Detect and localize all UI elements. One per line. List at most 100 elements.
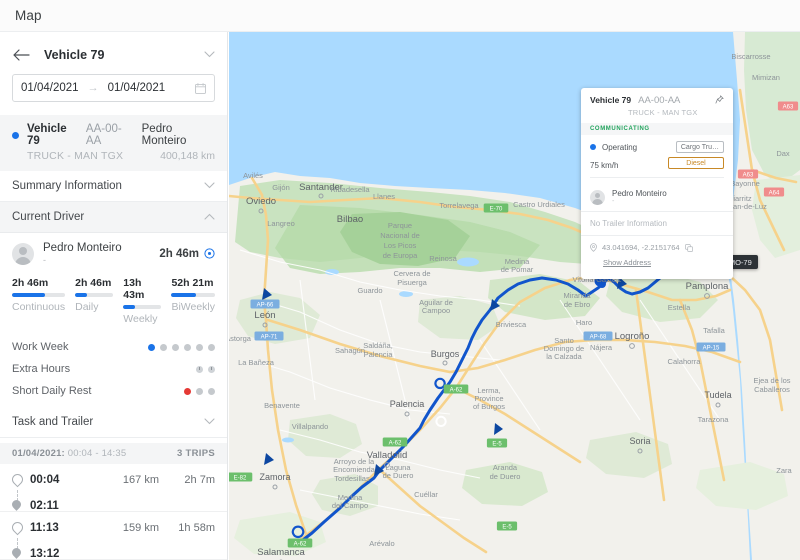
popup-vehicle-type: TRUCK - MAN TGX: [628, 108, 698, 117]
section-summary-information[interactable]: Summary Information: [0, 171, 227, 202]
status-work-week: Work Week: [0, 338, 227, 356]
fuel-type-badge: Diesel: [668, 157, 724, 169]
popup-speed-row: 75 km/h Diesel: [590, 156, 724, 170]
status-pips: [184, 387, 215, 395]
metric-label: BiWeekly: [171, 301, 216, 313]
metric-value: 2h 46m: [75, 277, 112, 289]
vehicle-summary-line1: Vehicle 79 AA-00-AA Pedro Monteiro: [12, 123, 215, 147]
vehicle-summary-line2: TRUCK - MAN TGX 400,148 km: [12, 150, 215, 162]
popup-vehicle-plate: AA-00-AA: [638, 95, 681, 106]
cargo-type-badge: Cargo Tru…: [675, 141, 724, 153]
popup-communication-status: COMMUNICATING: [581, 123, 733, 135]
show-address-link[interactable]: Show Address: [603, 258, 651, 267]
section-current-driver[interactable]: Current Driver: [0, 202, 227, 233]
status-pips: [148, 343, 215, 351]
current-driver-subtitle: -: [43, 255, 46, 265]
date-end[interactable]: 01/04/2021: [108, 82, 166, 94]
popup-operating-label: Operating: [602, 142, 638, 152]
trip-row[interactable]: 11:13 159 km 1h 58m 13:12: [0, 512, 227, 560]
metric-value: 52h 21m: [171, 277, 214, 289]
calendar-icon[interactable]: [195, 82, 206, 94]
date-arrow-icon: →: [87, 82, 99, 94]
sidebar: Vehicle 79 01/04/2021 → 01/04/2021 Vehic…: [0, 32, 228, 560]
clock-icon: [208, 365, 215, 373]
location-icon: [590, 243, 597, 252]
metric-label: Weekly: [123, 313, 158, 325]
metric-biweekly: 52h 21m BiWeekly: [171, 277, 216, 325]
vehicle-odometer: 400,148 km: [160, 150, 215, 162]
target-icon[interactable]: [204, 248, 215, 259]
vehicle-status-dot: [12, 131, 19, 139]
popup-coordinates-block: 43.041694, -2.2151764 Show Address: [581, 236, 733, 279]
popup-header-text: Vehicle 79 AA-00-AA TRUCK - MAN TGX: [590, 95, 698, 117]
metric-value: 2h 46m: [12, 277, 49, 289]
popup-operating-row: Operating Cargo Tru…: [590, 141, 724, 153]
vehicle-type: TRUCK - MAN TGX: [27, 150, 124, 162]
status-label: Work Week: [12, 341, 69, 353]
trip-start-pin-icon: [12, 522, 21, 533]
pip: [196, 343, 203, 351]
pip: [196, 387, 203, 395]
back-arrow-icon[interactable]: [12, 46, 30, 64]
copy-icon[interactable]: [684, 243, 693, 252]
popup-header-line1: Vehicle 79 AA-00-AA: [590, 95, 698, 106]
vehicle-summary-row[interactable]: Vehicle 79 AA-00-AA Pedro Monteiro TRUCK…: [0, 115, 227, 171]
trip-start-pin-icon: [12, 474, 21, 485]
trip-distance: 159 km: [122, 521, 159, 534]
date-start[interactable]: 01/04/2021: [21, 82, 79, 94]
metric-bar: [171, 293, 216, 297]
current-driver-time: 2h 46m: [159, 247, 199, 260]
trips-range: 00:04 - 14:35: [67, 448, 127, 459]
clock-icon: [196, 365, 203, 373]
popup-vehicle-name: Vehicle 79: [590, 95, 632, 105]
popup-driver-subtitle: -: [612, 198, 615, 205]
metric-weekly: 13h 43m Weekly: [123, 277, 162, 325]
metric-bar: [123, 305, 162, 309]
trip-duration: 1h 58m: [178, 521, 215, 534]
pip: [208, 343, 215, 351]
vehicle-info-popup[interactable]: Vehicle 79 AA-00-AA TRUCK - MAN TGX COMM…: [581, 88, 733, 279]
metric-bar: [12, 293, 66, 297]
chevron-down-icon[interactable]: [204, 180, 215, 192]
trip-start-row: 11:13 159 km 1h 58m: [12, 519, 215, 536]
date-range-picker[interactable]: 01/04/2021 → 01/04/2021: [12, 74, 215, 102]
section-summary-information-label: Summary Information: [12, 180, 122, 192]
popup-trailer-info: No Trailer Information: [581, 211, 733, 236]
pip: [172, 343, 179, 351]
trip-end-time: 13:12: [30, 547, 60, 560]
metric-label: Daily: [75, 301, 99, 313]
section-task-and-trailer-label: Task and Trailer: [12, 416, 94, 428]
popup-coordinates-row: 43.041694, -2.2151764: [590, 243, 724, 252]
current-driver-name: Pedro Monteiro: [43, 242, 122, 254]
status-short-daily-rest: Short Daily Rest: [0, 382, 227, 400]
trips-date-range: 01/04/2021: 00:04 - 14:35: [12, 448, 126, 459]
metric-continuous: 2h 46m Continuous: [12, 277, 66, 325]
page-title: Map: [15, 8, 42, 23]
trip-start-row: 00:04 167 km 2h 7m: [12, 471, 215, 488]
popup-body: Operating Cargo Tru… 75 km/h Diesel: [581, 135, 733, 182]
metric-daily: 2h 46m Daily: [75, 277, 114, 325]
popup-driver-name: Pedro Monteiro: [612, 189, 667, 198]
status-pips: [196, 365, 215, 373]
trip-row[interactable]: 00:04 167 km 2h 7m 02:11: [0, 464, 227, 512]
section-task-and-trailer[interactable]: Task and Trailer: [0, 407, 227, 438]
chevron-down-icon[interactable]: [204, 416, 215, 428]
trip-end-pin-icon: [12, 500, 21, 511]
driver-metrics: 2h 46m Continuous 2h 46m Daily 13h 43m W…: [0, 269, 227, 325]
vehicle-driver: Pedro Monteiro: [141, 123, 187, 147]
trips-count: 3 TRIPS: [177, 448, 215, 459]
trip-start-time: 00:04: [30, 473, 60, 486]
chevron-up-icon[interactable]: [204, 211, 215, 223]
trip-end-time: 02:11: [30, 499, 59, 512]
trip-duration: 2h 7m: [184, 473, 215, 486]
popup-speed: 75 km/h: [590, 161, 619, 170]
trip-end-pin-icon: [12, 548, 21, 559]
app-root: Map Vehicle 79 01/04/2021 → 01/04/2021 V…: [0, 0, 800, 560]
pin-icon[interactable]: [715, 95, 724, 104]
popup-driver-row[interactable]: Pedro Monteiro -: [581, 182, 733, 211]
metric-bar: [75, 293, 114, 297]
current-driver-row[interactable]: Pedro Monteiro - 2h 46m: [0, 233, 227, 269]
avatar: [12, 242, 34, 265]
chevron-down-icon[interactable]: [204, 49, 215, 61]
popup-coordinates: 43.041694, -2.2151764: [602, 243, 680, 252]
